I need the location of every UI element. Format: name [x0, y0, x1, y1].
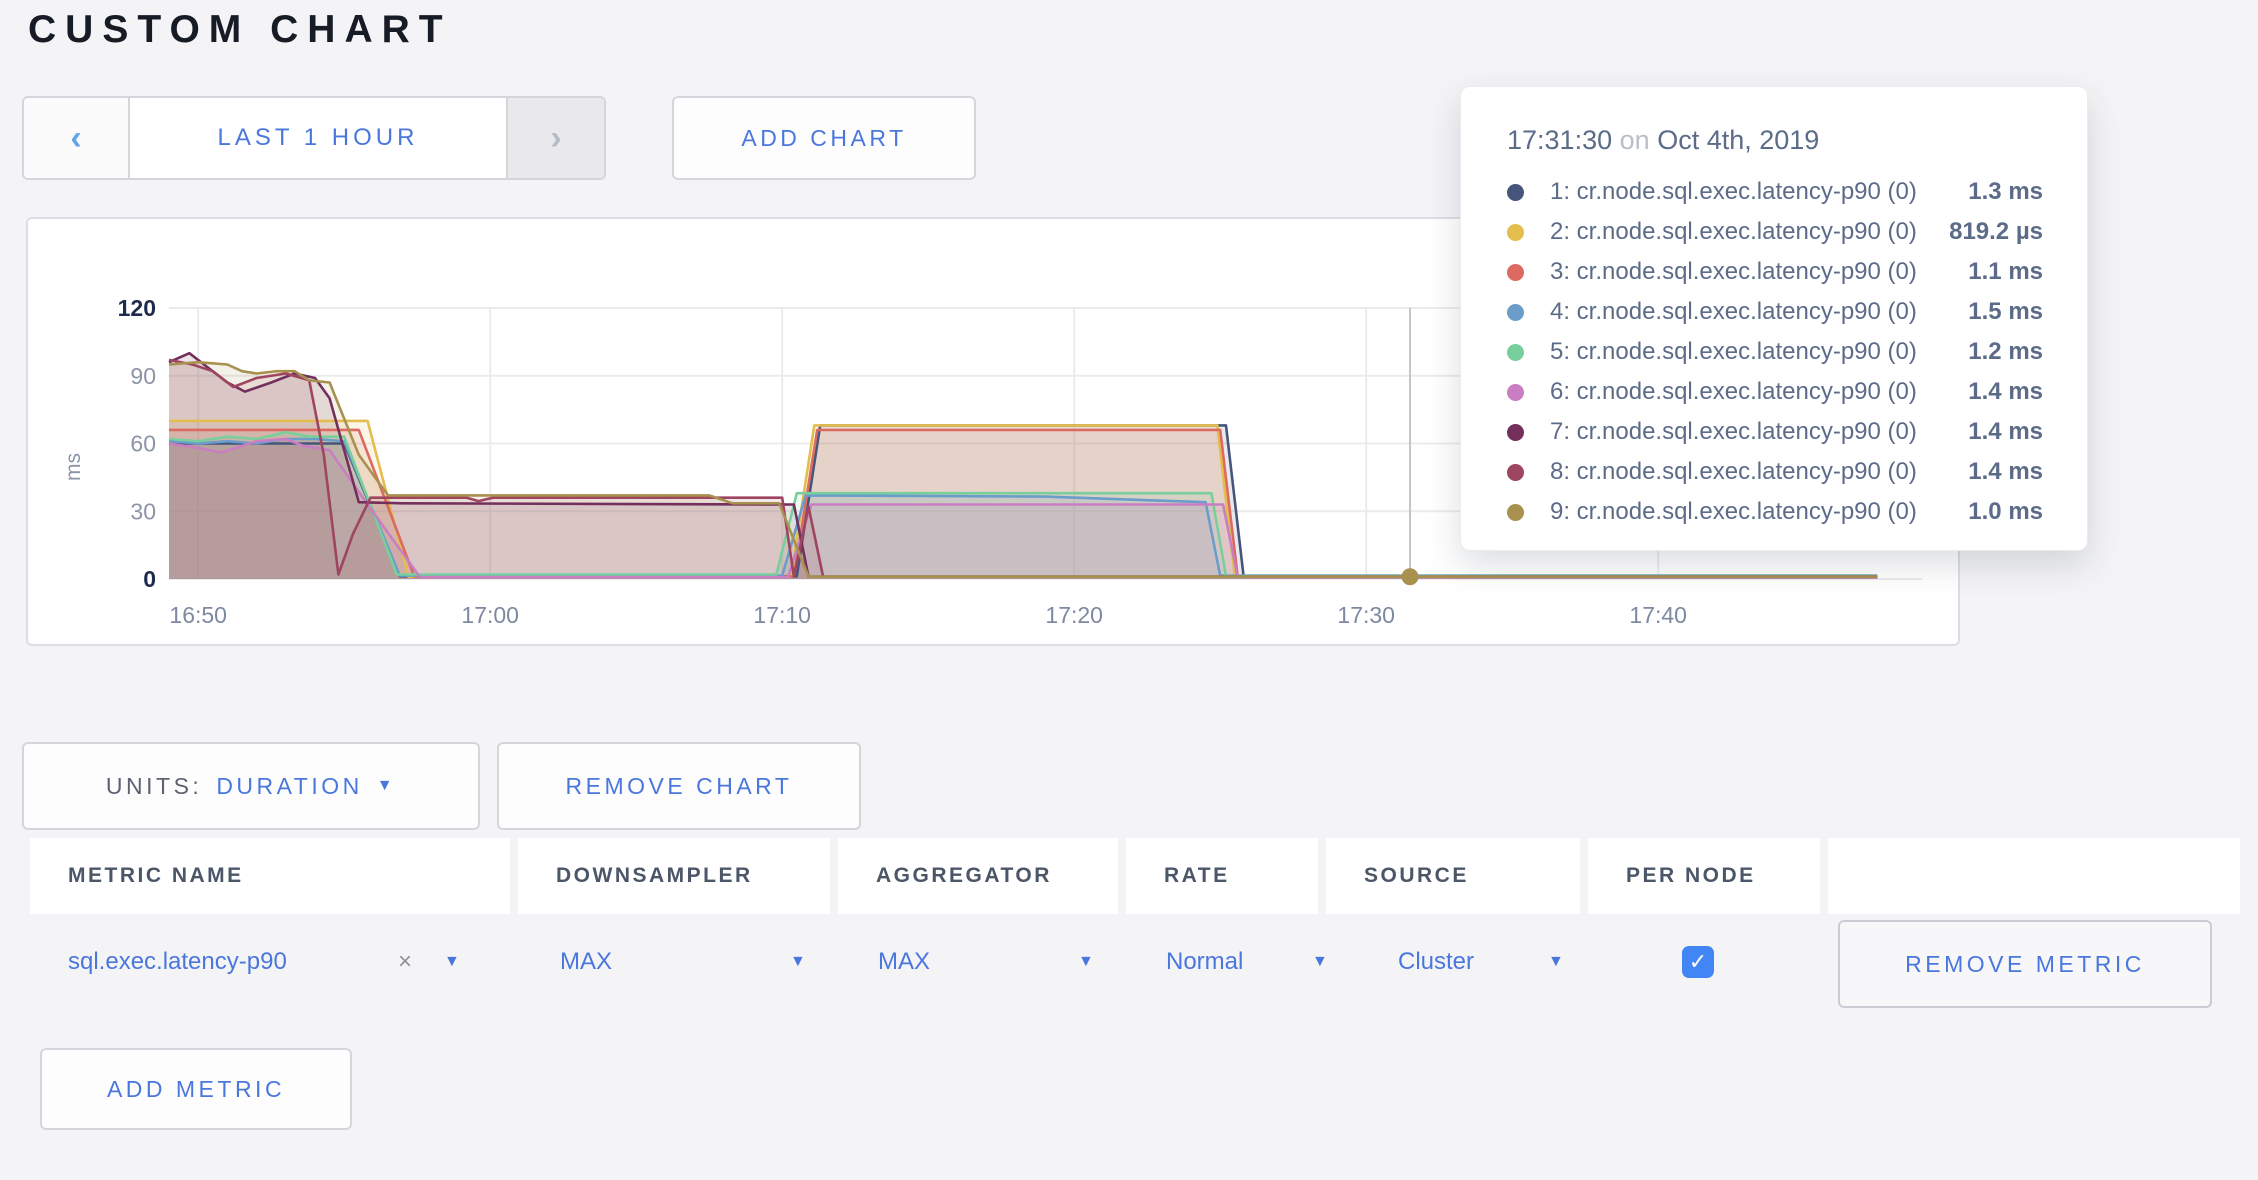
series-color-dot-icon	[1507, 464, 1524, 481]
add-chart-button[interactable]: ADD CHART	[672, 96, 976, 180]
series-value: 1.4 ms	[1968, 378, 2043, 406]
metric-caret-icon[interactable]: ▼	[444, 948, 460, 971]
x-tick-label: 17:10	[753, 602, 811, 628]
col-header-aggregator: AGGREGATOR	[838, 838, 1118, 914]
series-value: 1.3 ms	[1968, 178, 2043, 206]
tooltip-series-row: 4: cr.node.sql.exec.latency-p90 (0)1.5 m…	[1507, 292, 2043, 332]
x-tick-label: 17:40	[1629, 602, 1687, 628]
tooltip-series-row: 2: cr.node.sql.exec.latency-p90 (0)819.2…	[1507, 212, 2043, 252]
hover-point	[1402, 568, 1419, 585]
series-color-dot-icon	[1507, 264, 1524, 281]
rate-caret-icon[interactable]: ▼	[1312, 948, 1328, 971]
tooltip-series-row: 3: cr.node.sql.exec.latency-p90 (0)1.1 m…	[1507, 252, 2043, 292]
rate-select[interactable]: Normal	[1166, 948, 1243, 976]
tooltip-series-row: 6: cr.node.sql.exec.latency-p90 (0)1.4 m…	[1507, 372, 2043, 412]
page-title: CUSTOM CHART	[28, 8, 452, 52]
series-color-dot-icon	[1507, 304, 1524, 321]
series-value: 1.0 ms	[1968, 498, 2043, 526]
y-tick-label: 60	[130, 431, 156, 457]
series-color-dot-icon	[1507, 504, 1524, 521]
time-range-selector: ‹ LAST 1 HOUR ›	[22, 96, 606, 180]
remove-metric-button[interactable]: REMOVE METRIC	[1838, 920, 2212, 1008]
series-label: 8: cr.node.sql.exec.latency-p90 (0)	[1550, 458, 1968, 486]
tooltip-date: Oct 4th, 2019	[1657, 125, 1819, 155]
y-axis-title: ms	[62, 453, 85, 481]
x-tick-label: 16:50	[169, 602, 227, 628]
col-header-downsampler: DOWNSAMPLER	[518, 838, 830, 914]
time-range-label[interactable]: LAST 1 HOUR	[130, 98, 506, 178]
chart-hover-tooltip: 17:31:30 on Oct 4th, 2019 1: cr.node.sql…	[1460, 86, 2088, 551]
per-node-checkbox[interactable]: ✓	[1682, 946, 1714, 978]
series-label: 3: cr.node.sql.exec.latency-p90 (0)	[1550, 258, 1968, 286]
add-metric-button[interactable]: ADD METRIC	[40, 1048, 352, 1130]
y-tick-label: 0	[143, 566, 156, 592]
tooltip-series-row: 5: cr.node.sql.exec.latency-p90 (0)1.2 m…	[1507, 332, 2043, 372]
col-header-per-node: PER NODE	[1588, 838, 1820, 914]
col-header-source: SOURCE	[1326, 838, 1580, 914]
y-tick-label: 120	[118, 295, 156, 321]
series-value: 1.2 ms	[1968, 338, 2043, 366]
series-color-dot-icon	[1507, 384, 1524, 401]
remove-chart-button[interactable]: REMOVE CHART	[497, 742, 861, 830]
y-tick-label: 90	[130, 363, 156, 389]
downsampler-select[interactable]: MAX	[560, 948, 612, 976]
x-tick-label: 17:30	[1337, 602, 1395, 628]
tooltip-time: 17:31:30	[1507, 125, 1612, 155]
series-value: 819.2 µs	[1949, 218, 2043, 246]
tooltip-series-row: 8: cr.node.sql.exec.latency-p90 (0)1.4 m…	[1507, 452, 2043, 492]
tooltip-series-list: 1: cr.node.sql.exec.latency-p90 (0)1.3 m…	[1507, 172, 2043, 532]
tooltip-series-row: 9: cr.node.sql.exec.latency-p90 (0)1.0 m…	[1507, 492, 2043, 532]
col-header-metric-name: METRIC NAME	[30, 838, 510, 914]
chevron-left-icon: ‹	[70, 121, 81, 155]
x-tick-label: 17:20	[1045, 602, 1103, 628]
col-header-rate: RATE	[1126, 838, 1318, 914]
series-value: 1.1 ms	[1968, 258, 2043, 286]
units-value: DURATION	[216, 773, 362, 800]
series-value: 1.4 ms	[1968, 458, 2043, 486]
series-color-dot-icon	[1507, 344, 1524, 361]
tooltip-series-row: 7: cr.node.sql.exec.latency-p90 (0)1.4 m…	[1507, 412, 2043, 452]
clear-metric-icon[interactable]: ×	[398, 948, 412, 976]
y-tick-label: 30	[130, 498, 156, 524]
col-header-actions	[1828, 838, 2240, 914]
series-value: 1.5 ms	[1968, 298, 2043, 326]
chevron-right-icon: ›	[550, 121, 561, 155]
series-label: 2: cr.node.sql.exec.latency-p90 (0)	[1550, 218, 1949, 246]
series-color-dot-icon	[1507, 224, 1524, 241]
metric-name-select[interactable]: sql.exec.latency-p90	[68, 948, 287, 976]
series-label: 5: cr.node.sql.exec.latency-p90 (0)	[1550, 338, 1968, 366]
series-label: 9: cr.node.sql.exec.latency-p90 (0)	[1550, 498, 1968, 526]
time-next-button[interactable]: ›	[506, 98, 604, 178]
check-icon: ✓	[1689, 949, 1707, 975]
units-label: UNITS:	[106, 773, 202, 800]
aggregator-caret-icon[interactable]: ▼	[1078, 948, 1094, 971]
source-select[interactable]: Cluster	[1398, 948, 1474, 976]
downsampler-caret-icon[interactable]: ▼	[790, 948, 806, 971]
series-label: 7: cr.node.sql.exec.latency-p90 (0)	[1550, 418, 1968, 446]
time-prev-button[interactable]: ‹	[24, 98, 130, 178]
x-tick-label: 17:00	[461, 602, 519, 628]
aggregator-select[interactable]: MAX	[878, 948, 930, 976]
source-caret-icon[interactable]: ▼	[1548, 948, 1564, 971]
series-color-dot-icon	[1507, 424, 1524, 441]
series-color-dot-icon	[1507, 184, 1524, 201]
series-value: 1.4 ms	[1968, 418, 2043, 446]
series-label: 4: cr.node.sql.exec.latency-p90 (0)	[1550, 298, 1968, 326]
tooltip-on-text: on	[1620, 125, 1650, 155]
series-label: 1: cr.node.sql.exec.latency-p90 (0)	[1550, 178, 1968, 206]
chevron-down-icon: ▼	[377, 777, 396, 795]
tooltip-series-row: 1: cr.node.sql.exec.latency-p90 (0)1.3 m…	[1507, 172, 2043, 212]
tooltip-timestamp: 17:31:30 on Oct 4th, 2019	[1507, 125, 2043, 156]
units-dropdown[interactable]: UNITS: DURATION ▼	[22, 742, 480, 830]
series-label: 6: cr.node.sql.exec.latency-p90 (0)	[1550, 378, 1968, 406]
